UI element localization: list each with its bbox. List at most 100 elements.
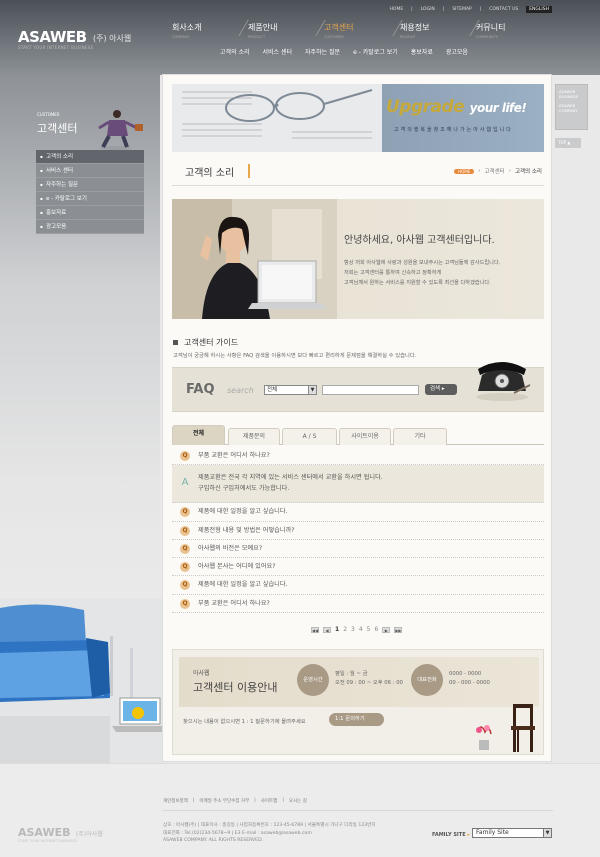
phone-badge: 대표전화 [411,664,443,696]
footer-link-email[interactable]: 이메일 주소 무단수집 거부 [199,798,249,804]
nav-product[interactable]: 제품안내 PRODUCT [248,22,300,39]
footer-link-directions[interactable]: 오시는 길 [289,798,307,804]
footer-logo: ASAWEB [18,826,71,839]
welcome-heading: 안녕하세요, 아사웹 고객센터입니다. [344,235,495,246]
faq-search-button[interactable]: 검색 ▸ [425,384,457,395]
page-number[interactable]: 3 [351,626,355,633]
breadcrumb-item[interactable]: 고객센터 [484,167,504,175]
faq-tabs: 전체 제품문의 A / S 사이트이용 기타 [172,425,544,445]
tab-etc[interactable]: 기타 [393,428,447,445]
welcome-text: 항상 저희 아사웹에 사랑과 성원을 보내주시는 고객님들께 감사드립니다. 저… [344,260,501,286]
faq-question[interactable]: Q 아사웹의 비전은 모예요? [172,540,544,559]
tab-all[interactable]: 전체 [172,425,225,445]
faq-label: FAQ [186,382,215,397]
page-number[interactable]: 4 [359,626,363,633]
faq-question[interactable]: Q 부품 교환은 어디서 하나요? [172,447,544,466]
page-number[interactable]: 1 [335,626,339,633]
side-title-english: CUSTOMER [37,112,60,117]
guide-description: 고객님이 궁금해 하시는 사항은 FAQ 검색을 이용하시면 보다 빠르고 편리… [173,353,417,359]
chevron-down-icon: ▼ [308,386,316,394]
support-agent-photo [172,199,337,319]
top-header: ASAWEB (주) 아사웹 START YOUR INTERNET BUSIN… [0,0,600,75]
subnav-item[interactable]: 서비스 센터 [263,47,293,56]
footer-link-sitemap[interactable]: 사이트맵 [261,798,278,804]
title-divider [172,185,544,186]
faq-question[interactable]: Q 제품에 대한 일정을 알고 싶습니다. [172,576,544,595]
faq-search-input[interactable] [322,385,419,395]
main-nav: 회사소개 COMPANY 제품안내 PRODUCT 고객센터 CUSTOMER 채용정… [172,22,552,39]
faq-question[interactable]: Q 부품 교환은 어디서 하나요? [172,595,544,614]
util-sitemap-link[interactable]: SITEMAP [452,7,471,12]
breadcrumb: HOME › 고객센터 › 고객의 소리 [454,167,542,175]
faq-answer: A 제품교환은 전국 각 지역에 있는 서비스 센터에서 교환을 하시면 됩니다… [172,465,544,504]
family-site-select[interactable]: Family Site ▼ [472,828,552,838]
page-number[interactable]: 2 [343,626,347,633]
nav-community[interactable]: 커뮤니티 COMMUNITY [476,22,528,39]
side-menu-item-catalog[interactable]: e - 카탈로그 보기 [36,192,144,206]
side-menu-item-ads[interactable]: 광고모음 [36,220,144,234]
logo-korean: (주) 아사웹 [93,34,132,43]
footer: 개인정보정책 | 이메일 주소 무단수집 거부 | 사이트맵 | 오시는 길 A… [0,763,600,857]
sub-nav: 고객의 소리 서비스 센터 자주하는 질문 e - 카탈로그 보기 홍보자료 광… [220,47,468,56]
footer-link-privacy[interactable]: 개인정보정책 [163,798,188,804]
tab-site-use[interactable]: 사이트이용 [339,428,391,445]
nav-recruit[interactable]: 채용정보 RECRUIT [400,22,452,39]
breadcrumb-current: 고객의 소리 [514,169,542,175]
side-menu-item-faq[interactable]: 자주하는 질문 [36,178,144,192]
side-menu-item-service[interactable]: 서비스 센터 [36,164,144,178]
footer-links: 개인정보정책 | 이메일 주소 무단수집 거부 | 사이트맵 | 오시는 길 [163,798,307,804]
nav-customer[interactable]: 고객센터 CUSTOMER [324,22,376,39]
info-title: 고객센터 이용안내 [193,681,278,694]
prev-page-icon[interactable]: ◀ [323,626,331,633]
next-page-icon[interactable]: ▶ [382,626,391,633]
faq-question[interactable]: Q 제품에 대한 일정을 알고 싶습니다. [172,503,544,522]
quick-menu[interactable]: ASAWEB BUSINESS ASAWEB COMPANY [555,84,588,130]
tab-as[interactable]: A / S [282,428,337,445]
chevron-down-icon: ▼ [543,829,551,837]
one-to-one-button[interactable]: 1:1 문의하기 [329,713,384,726]
newspaper-glasses-image [172,84,382,152]
side-menu-item-pr[interactable]: 홍보자료 [36,206,144,220]
faq-question[interactable]: Q 제품전형 내용 및 방법은 어떻습니까? [172,522,544,540]
side-menu-item-voice[interactable]: 고객의 소리 [36,150,144,164]
english-button[interactable]: ENGLISH [526,6,552,13]
page-title: 고객의 소리 [185,168,235,179]
first-page-icon[interactable]: ◀◀ [311,626,319,633]
subnav-item[interactable]: 홍보자료 [411,47,433,56]
last-page-icon[interactable]: ▶▶ [394,626,403,633]
subnav-item[interactable]: 광고모음 [446,47,468,56]
faq-category-select[interactable]: 전체 ▼ [264,385,317,395]
subnav-item[interactable]: e - 카탈로그 보기 [353,47,398,56]
subnav-item[interactable]: 자주하는 질문 [305,47,340,56]
upgrade-banner: Upgrade your life! 고객의행복을창조해나가는아사웹입니다 [172,84,544,152]
telephone-icon [476,362,531,401]
logo[interactable]: ASAWEB [18,28,87,46]
logo-tagline: START YOUR INTERNET BUSINESS [18,45,94,50]
question-icon: Q [180,580,190,591]
faq-question[interactable]: Q 아사웹 본사는 어디에 있어요? [172,558,544,577]
pagination: ◀◀ ◀ 1 2 3 4 5 6 ▶ ▶▶ [311,626,403,633]
footer-logo-tagline: START YOUR INTERNET BUSINESS [18,839,77,843]
family-site-label: FAMILY SITE ▸ [432,832,470,838]
nav-company[interactable]: 회사소개 COMPANY [172,22,224,39]
subnav-item[interactable]: 고객의 소리 [220,47,250,56]
guide-title: 고객센터 가이드 [173,337,238,348]
hours-text: 평일 : 월 ~ 금 오전 09 : 00 ~ 오후 06 : 00 [335,671,403,686]
util-login-link[interactable]: LOGIN [421,7,435,12]
top-button[interactable]: TOP ▲ [555,138,581,148]
tab-product[interactable]: 제품문의 [228,428,280,445]
content-panel: Upgrade your life! 고객의행복을창조해나가는아사웹입니다 고객… [162,74,552,762]
side-title: 고객센터 [37,122,78,135]
page-number[interactable]: 6 [375,626,379,633]
breadcrumb-home[interactable]: HOME [454,168,475,174]
util-contact-link[interactable]: CONTACT US [489,7,518,12]
util-home-link[interactable]: HOME [390,7,404,12]
sofa-laptop-illustration [0,598,165,763]
question-icon: Q [180,562,190,573]
footer-divider [163,810,553,811]
question-icon: Q [180,451,190,461]
faq-list: Q 부품 교환은 어디서 하나요? A 제품교환은 전국 각 지역에 있는 서비스… [172,447,544,614]
info-footnote: 찾으시는 내용이 없으시면 1 : 1 질문하기에 올려주세요 [183,719,306,725]
hours-badge: 운영시간 [297,664,329,696]
page-number[interactable]: 5 [367,626,371,633]
